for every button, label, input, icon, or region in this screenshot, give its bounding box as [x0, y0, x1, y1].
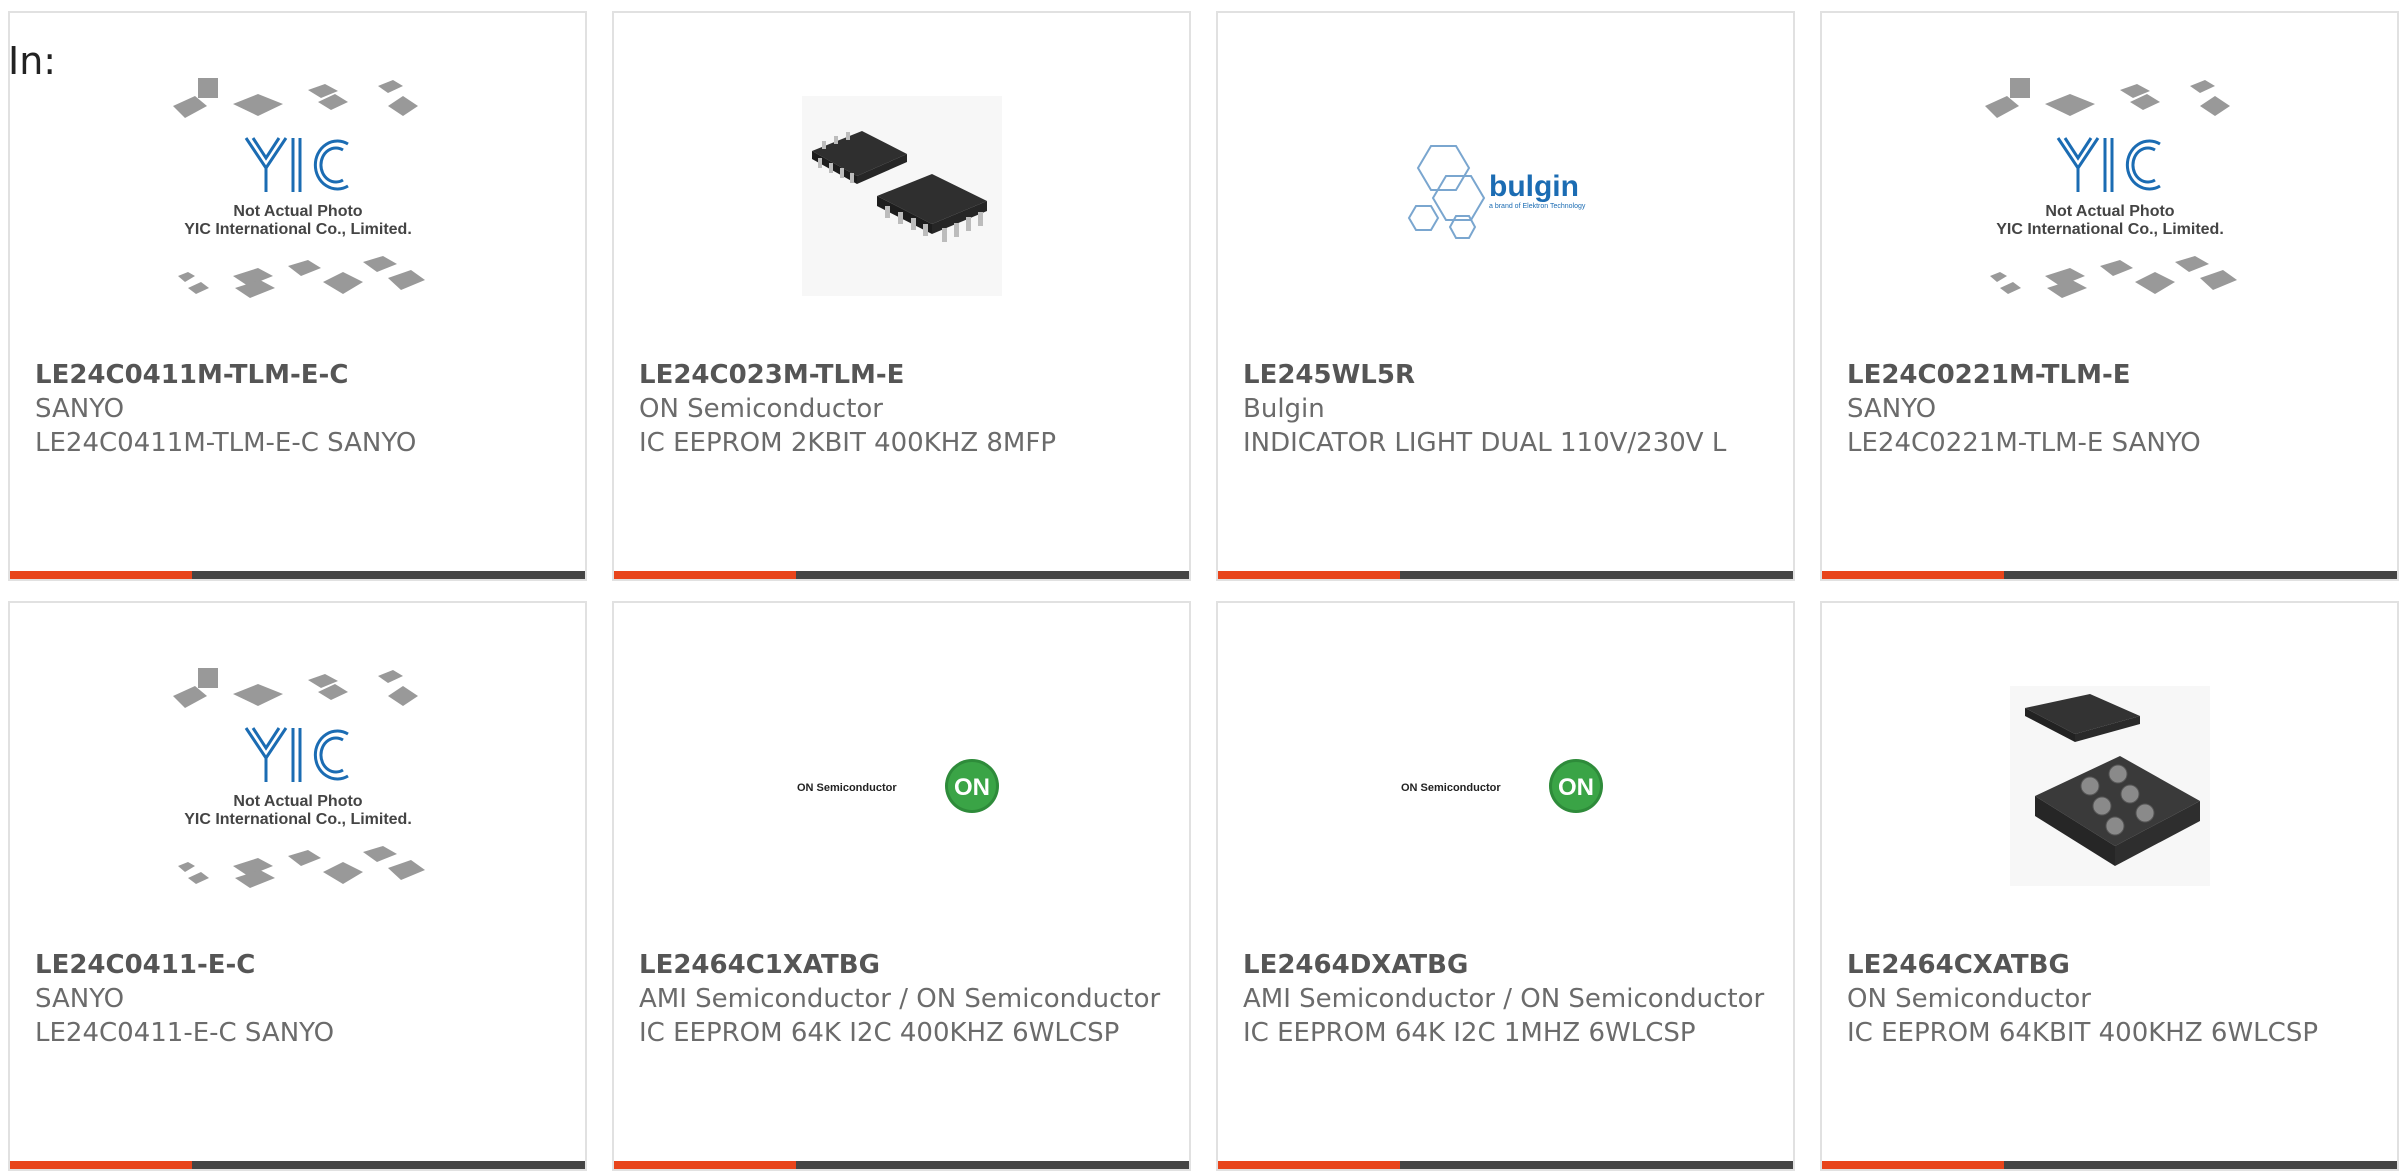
manufacturer: SANYO	[35, 394, 125, 424]
soic-chip-icon	[614, 85, 1189, 307]
bulgin-logo-icon: bulgin a brand of Elektron Technology	[1218, 85, 1793, 307]
part-number[interactable]: LE2464CXATBG	[1847, 948, 2377, 982]
placeholder-line1: Not Actual Photo	[2045, 203, 2174, 220]
on-badge: ON	[954, 774, 990, 801]
yic-placeholder-icon: Not Actual Photo YIC International Co., …	[10, 78, 585, 307]
card-bar-accent	[614, 571, 796, 579]
manufacturer: AMI Semiconductor / ON Semiconductor	[639, 984, 1161, 1014]
product-card[interactable]: Not Actual Photo YIC International Co., …	[8, 11, 587, 581]
on-semi-logo-icon: ON Semiconductor ON	[1218, 675, 1793, 897]
placeholder-line1: Not Actual Photo	[233, 793, 362, 810]
card-bar-accent	[1218, 1161, 1400, 1169]
card-bar	[1822, 1161, 2397, 1169]
card-bar-accent	[1822, 1161, 2004, 1169]
part-number[interactable]: LE24C0411M-TLM-E-C	[35, 358, 565, 392]
description: LE24C0221M-TLM-E SANYO	[1847, 428, 2201, 458]
manufacturer: AMI Semiconductor / ON Semiconductor	[1243, 984, 1765, 1014]
card-bar	[10, 571, 585, 579]
part-number[interactable]: LE245WL5R	[1243, 358, 1773, 392]
part-number[interactable]: LE24C0221M-TLM-E	[1847, 358, 2377, 392]
card-bar	[10, 1161, 585, 1169]
wlcsp-chip-icon	[1822, 675, 2397, 897]
product-grid: Not Actual Photo YIC International Co., …	[8, 11, 2399, 1171]
card-bar-accent	[1218, 571, 1400, 579]
product-info: LE24C0221M-TLM-E SANYO LE24C0221M-TLM-E …	[1847, 358, 2377, 460]
on-semi-text: ON Semiconductor	[1401, 782, 1501, 794]
description: IC EEPROM 64K I2C 400KHZ 6WLCSP	[639, 1018, 1120, 1048]
placeholder-line2: YIC International Co., Limited.	[1996, 221, 2224, 238]
product-card[interactable]: LE2464CXATBG ON Semiconductor IC EEPROM …	[1820, 601, 2399, 1171]
card-bar-accent	[10, 1161, 192, 1169]
description: LE24C0411M-TLM-E-C SANYO	[35, 428, 417, 458]
yic-placeholder-icon: Not Actual Photo YIC International Co., …	[1822, 78, 2397, 307]
product-card[interactable]: bulgin a brand of Elektron Technology LE…	[1216, 11, 1795, 581]
card-bar-accent	[1822, 571, 2004, 579]
page-label: In:	[8, 39, 57, 83]
product-card[interactable]: LE24C023M-TLM-E ON Semiconductor IC EEPR…	[612, 11, 1191, 581]
product-card[interactable]: ON Semiconductor ON LE2464C1XATBG AMI Se…	[612, 601, 1191, 1171]
product-info: LE2464CXATBG ON Semiconductor IC EEPROM …	[1847, 948, 2377, 1050]
part-number[interactable]: LE24C023M-TLM-E	[639, 358, 1169, 392]
manufacturer: ON Semiconductor	[639, 394, 883, 424]
manufacturer: SANYO	[1847, 394, 1937, 424]
product-info: LE2464DXATBG AMI Semiconductor / ON Semi…	[1243, 948, 1773, 1050]
card-bar-accent	[614, 1161, 796, 1169]
card-bar	[1218, 571, 1793, 579]
yic-placeholder-icon: Not Actual Photo YIC International Co., …	[10, 668, 585, 897]
description: IC EEPROM 2KBIT 400KHZ 8MFP	[639, 428, 1057, 458]
product-info: LE2464C1XATBG AMI Semiconductor / ON Sem…	[639, 948, 1169, 1050]
card-bar	[1218, 1161, 1793, 1169]
placeholder-line2: YIC International Co., Limited.	[184, 221, 412, 238]
product-info: LE24C0411M-TLM-E-C SANYO LE24C0411M-TLM-…	[35, 358, 565, 460]
card-bar-accent	[10, 571, 192, 579]
product-info: LE24C0411-E-C SANYO LE24C0411-E-C SANYO	[35, 948, 565, 1050]
manufacturer: SANYO	[35, 984, 125, 1014]
manufacturer: Bulgin	[1243, 394, 1325, 424]
part-number[interactable]: LE24C0411-E-C	[35, 948, 565, 982]
product-card[interactable]: Not Actual Photo YIC International Co., …	[8, 601, 587, 1171]
manufacturer: ON Semiconductor	[1847, 984, 2091, 1014]
part-number[interactable]: LE2464DXATBG	[1243, 948, 1773, 982]
description: IC EEPROM 64K I2C 1MHZ 6WLCSP	[1243, 1018, 1696, 1048]
product-info: LE24C023M-TLM-E ON Semiconductor IC EEPR…	[639, 358, 1169, 460]
card-bar	[614, 1161, 1189, 1169]
card-bar	[614, 571, 1189, 579]
product-card[interactable]: ON Semiconductor ON LE2464DXATBG AMI Sem…	[1216, 601, 1795, 1171]
bulgin-subtitle: a brand of Elektron Technology	[1489, 203, 1586, 210]
part-number[interactable]: LE2464C1XATBG	[639, 948, 1169, 982]
placeholder-line2: YIC International Co., Limited.	[184, 811, 412, 828]
on-semi-text: ON Semiconductor	[797, 782, 897, 794]
card-bar	[1822, 571, 2397, 579]
bulgin-name: bulgin	[1489, 170, 1579, 203]
placeholder-line1: Not Actual Photo	[233, 203, 362, 220]
product-card[interactable]: Not Actual Photo YIC International Co., …	[1820, 11, 2399, 581]
on-semi-logo-icon: ON Semiconductor ON	[614, 675, 1189, 897]
description: LE24C0411-E-C SANYO	[35, 1018, 335, 1048]
product-info: LE245WL5R Bulgin INDICATOR LIGHT DUAL 11…	[1243, 358, 1773, 460]
description: INDICATOR LIGHT DUAL 110V/230V L	[1243, 428, 1727, 458]
description: IC EEPROM 64KBIT 400KHZ 6WLCSP	[1847, 1018, 2319, 1048]
on-badge: ON	[1558, 774, 1594, 801]
